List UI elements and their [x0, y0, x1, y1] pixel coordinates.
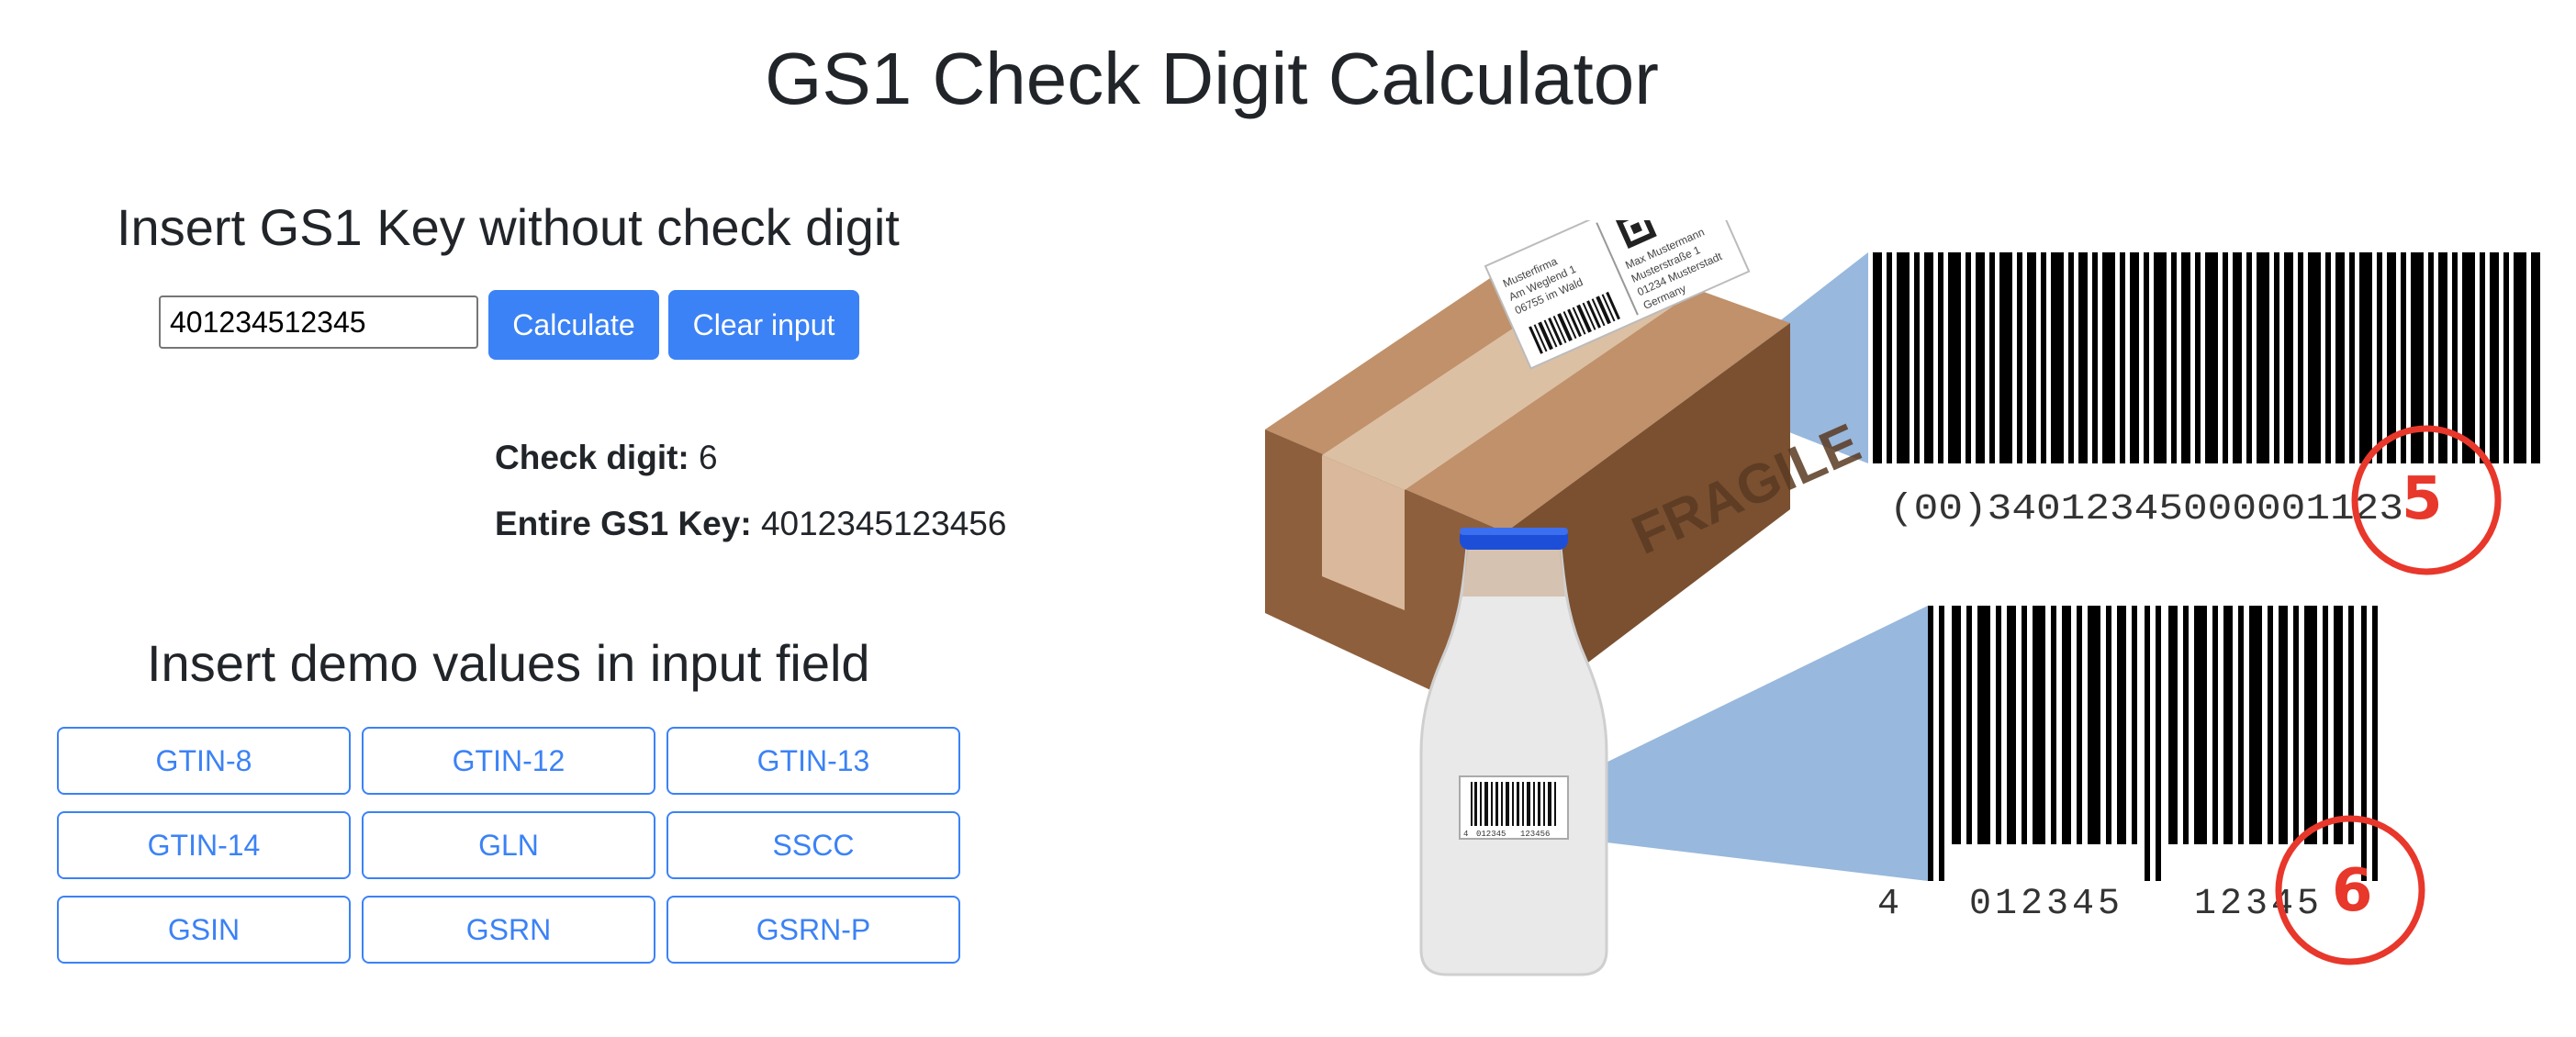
demo-gsrn-button[interactable]: GSRN [362, 896, 655, 964]
check-digit-result: Check digit: 6 [495, 439, 718, 477]
check-digit-value: 6 [699, 439, 718, 476]
demo-sscc-button[interactable]: SSCC [666, 811, 960, 879]
bottle-label-digit-2: 012345 [1476, 830, 1506, 839]
entire-key-label: Entire GS1 Key: [495, 505, 752, 542]
demo-gsin-button[interactable]: GSIN [57, 896, 351, 964]
bottle-label-digit-1: 4 [1463, 830, 1468, 839]
ean-barcode-digit-1: 4 [1877, 884, 1899, 925]
demo-gtin-13-button[interactable]: GTIN-13 [666, 727, 960, 795]
demo-button-grid: GTIN-8 GTIN-12 GTIN-13 GTIN-14 GLN SSCC … [57, 727, 960, 964]
sscc-check-digit: 5 [2402, 465, 2443, 533]
bottle-label-digit-3: 123456 [1520, 830, 1550, 839]
demo-gsrn-p-button[interactable]: GSRN-P [666, 896, 960, 964]
demo-gtin-14-button[interactable]: GTIN-14 [57, 811, 351, 879]
ean-barcode-digits-left: 012345 [1969, 884, 2123, 925]
demo-gtin-12-button[interactable]: GTIN-12 [362, 727, 655, 795]
calculate-button[interactable]: Calculate [488, 290, 659, 360]
sscc-barcode-text: (00)34012345000001123 [1889, 489, 2403, 530]
barcode-illustration: Musterfirma Am Weglend 1 06755 im Wald M… [1265, 220, 2540, 976]
demo-gtin-8-button[interactable]: GTIN-8 [57, 727, 351, 795]
clear-input-button[interactable]: Clear input [668, 290, 859, 360]
calculator-heading: Insert GS1 Key without check digit [117, 198, 900, 256]
ean-scan-beam [1561, 606, 1928, 881]
gs1-key-input[interactable] [159, 295, 478, 349]
ean-check-digit: 6 [2332, 857, 2373, 925]
ean-barcode [1928, 606, 2378, 881]
page-title: GS1 Check Digit Calculator [765, 38, 1659, 119]
demo-heading: Insert demo values in input field [147, 634, 870, 692]
demo-gln-button[interactable]: GLN [362, 811, 655, 879]
check-digit-label: Check digit: [495, 439, 689, 476]
ean-barcode-digits-right: 12345 [2194, 884, 2323, 925]
entire-key-value: 4012345123456 [760, 505, 1007, 542]
entire-key-result: Entire GS1 Key: 4012345123456 [495, 505, 1006, 543]
